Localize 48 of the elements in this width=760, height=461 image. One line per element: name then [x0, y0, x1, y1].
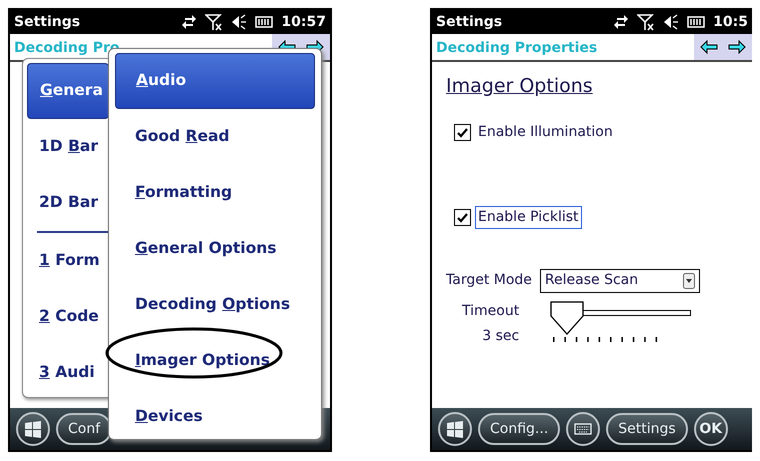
sync-arrows-icon [613, 14, 630, 30]
field-label: Timeout [462, 302, 520, 320]
checkbox[interactable] [454, 208, 471, 226]
status-time: 10:5 [713, 12, 748, 32]
menu-item[interactable]: General Options [115, 221, 315, 277]
right-arrow-icon[interactable] [728, 40, 746, 54]
field-label: Target Mode [446, 271, 532, 290]
menu-item[interactable]: Devices [115, 389, 315, 445]
sync-arrows-icon [181, 14, 198, 30]
menu-item[interactable]: 2D Bar [27, 175, 109, 231]
windows-logo-icon [24, 420, 42, 438]
menu-item[interactable]: Genera [27, 63, 109, 119]
speaker-icon [663, 14, 680, 30]
menu-item[interactable]: 2 Code [27, 289, 109, 345]
menu-item[interactable]: 1D Bar [27, 119, 109, 175]
ok-button[interactable]: OK [694, 412, 728, 446]
checkbox-label: Enable Illumination [477, 122, 614, 142]
start-button[interactable] [16, 412, 50, 446]
no-signal-icon [205, 13, 224, 31]
menu-item[interactable]: Imager Options [115, 333, 315, 389]
menu-item[interactable]: Formatting [115, 165, 315, 221]
battery-icon [687, 15, 706, 29]
menu-item[interactable]: Audio [115, 53, 315, 109]
menu-item[interactable]: 1 Form [27, 233, 109, 289]
taskbar-button[interactable]: Settings [606, 413, 688, 445]
keyboard-icon [574, 423, 592, 435]
windows-logo-icon [446, 420, 464, 438]
battery-icon [255, 15, 274, 29]
start-button[interactable] [438, 412, 472, 446]
checkbox[interactable] [454, 124, 471, 140]
checkbox-label: Enable Picklist [475, 206, 582, 228]
status-title: Settings [14, 12, 80, 32]
slider-thumb[interactable] [550, 300, 584, 334]
keyboard-button[interactable] [566, 412, 600, 446]
taskbar-button[interactable]: Config... [478, 413, 560, 445]
menu-item[interactable]: 3 Audi [27, 345, 109, 401]
dropdown-value: Release Scan [544, 271, 638, 290]
header-title: Decoding Properties [435, 39, 598, 58]
page-title: Imager Options [446, 74, 593, 99]
menu-item[interactable]: Decoding Options [115, 277, 315, 333]
status-title: Settings [436, 12, 502, 32]
speaker-icon [231, 14, 248, 30]
menu-item[interactable]: Good Read [115, 109, 315, 165]
status-time: 10:57 [281, 12, 326, 32]
dropdown[interactable]: Release Scan [540, 268, 700, 292]
value-reading: 3 sec [482, 326, 520, 346]
left-arrow-icon[interactable] [700, 40, 718, 54]
no-signal-icon [637, 13, 656, 31]
